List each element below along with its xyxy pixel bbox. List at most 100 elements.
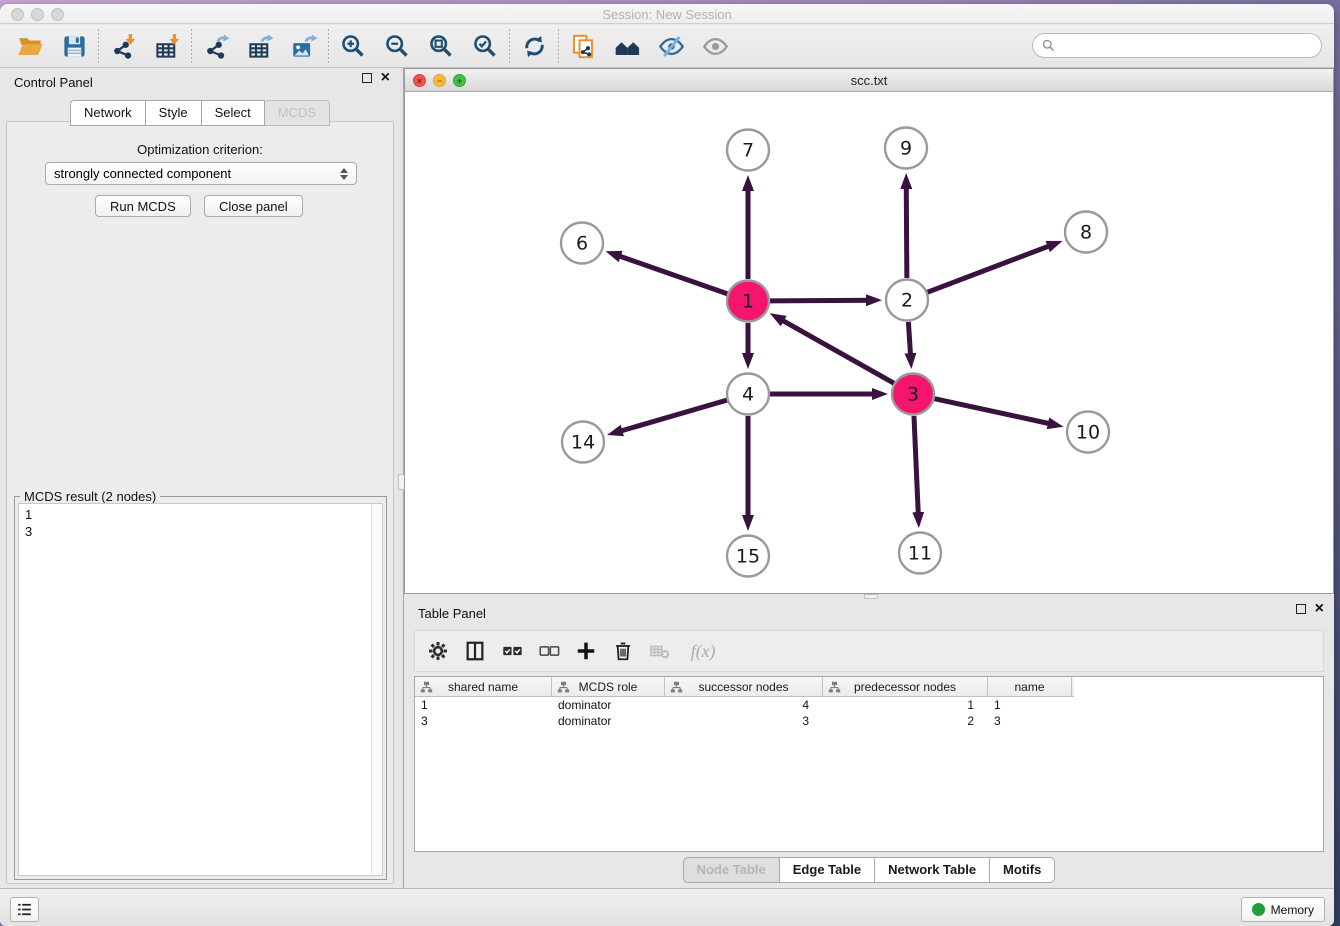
import-network-icon[interactable] — [101, 29, 145, 63]
toolbar-separator — [509, 29, 510, 63]
application-window: Session: New Session Control Panel × Net… — [0, 4, 1334, 926]
main-toolbar — [0, 25, 1334, 68]
column-header-name[interactable]: name — [988, 677, 1072, 697]
tab-motifs[interactable]: Motifs — [990, 857, 1055, 883]
tab-edge-table[interactable]: Edge Table — [780, 857, 875, 883]
graph-edge-2-8[interactable] — [928, 244, 1056, 292]
network-window-titlebar[interactable]: × − + scc.txt — [405, 69, 1333, 92]
graph-edge-1-2[interactable] — [770, 300, 874, 301]
graph-node-label: 7 — [742, 140, 754, 162]
table-cell: 3 — [988, 713, 1072, 729]
tab-network-table[interactable]: Network Table — [875, 857, 990, 883]
zoom-fit-icon[interactable] — [419, 29, 463, 63]
table-cell: 4 — [665, 697, 823, 713]
graph-node-label: 10 — [1076, 422, 1100, 444]
graph-edge-3-11[interactable] — [914, 416, 919, 520]
show-all-icon[interactable] — [605, 29, 649, 63]
graph-node-4[interactable]: 4 — [727, 374, 769, 415]
run-mcds-button[interactable]: Run MCDS — [95, 195, 191, 217]
delete-column-icon[interactable] — [612, 638, 634, 664]
refresh-layout-icon[interactable] — [512, 29, 556, 63]
zoom-out-icon[interactable] — [375, 29, 419, 63]
zoom-selected-icon[interactable] — [463, 29, 507, 63]
table-row[interactable]: 3dominator323 — [415, 713, 1323, 729]
graph-node-8[interactable]: 8 — [1065, 212, 1107, 253]
export-network-icon[interactable] — [194, 29, 238, 63]
svg-text:f(x): f(x) — [691, 641, 716, 661]
select-all-rows-icon[interactable] — [501, 638, 523, 664]
criterion-dropdown[interactable]: strongly connected component — [45, 162, 357, 185]
table-panel: Table Panel × f(x) shared nameMCDS roles… — [404, 599, 1334, 892]
hide-selected-icon[interactable] — [649, 29, 693, 63]
graph-edge-2-3[interactable] — [908, 322, 910, 361]
graph-edge-3-10[interactable] — [934, 399, 1055, 425]
graph-node-11[interactable]: 11 — [899, 533, 941, 574]
graph-node-6[interactable]: 6 — [561, 223, 603, 264]
tab-mcds[interactable]: MCDS — [265, 100, 330, 126]
column-header-label: predecessor nodes — [854, 680, 956, 694]
save-session-icon[interactable] — [52, 29, 96, 63]
criterion-value: strongly connected component — [54, 166, 231, 181]
graph-node-label: 1 — [742, 291, 754, 313]
graph-edge-1-6[interactable] — [613, 254, 727, 294]
tab-style[interactable]: Style — [146, 100, 202, 126]
graph-node-2[interactable]: 2 — [886, 280, 928, 321]
float-table-panel-icon[interactable] — [1296, 604, 1306, 614]
close-table-panel-icon[interactable]: × — [1315, 604, 1324, 614]
column-header-label: name — [1014, 680, 1044, 694]
node-table: shared name MCDS role successor nodes prede… — [414, 676, 1324, 852]
graph-node-label: 3 — [907, 384, 919, 406]
column-header-shared-name[interactable]: shared name — [415, 677, 552, 697]
graph-node-1[interactable]: 1 — [727, 281, 769, 322]
new-network-from-selection-icon[interactable] — [561, 29, 605, 63]
network-canvas[interactable]: 7 9 6 8 1 2 4 3 14 10 15 11 — [405, 92, 1333, 593]
close-panel-button[interactable]: Close panel — [204, 195, 303, 217]
export-table-icon[interactable] — [238, 29, 282, 63]
deselect-all-rows-icon[interactable] — [538, 638, 560, 664]
table-toolbar: f(x) — [414, 630, 1324, 672]
export-image-icon[interactable] — [282, 29, 326, 63]
search-field[interactable] — [1032, 33, 1322, 58]
open-session-icon[interactable] — [8, 29, 52, 63]
column-header-successor-nodes[interactable]: successor nodes — [665, 677, 823, 697]
control-panel-title: Control Panel — [14, 75, 93, 90]
column-header-predecessor-nodes[interactable]: predecessor nodes — [823, 677, 988, 697]
list-icon — [15, 900, 34, 919]
table-cell: 1 — [415, 697, 552, 713]
graph-node-10[interactable]: 10 — [1067, 412, 1109, 453]
delete-table-icon — [649, 638, 671, 664]
graph-node-7[interactable]: 7 — [727, 130, 769, 171]
tab-network[interactable]: Network — [70, 100, 146, 126]
add-column-icon[interactable] — [575, 638, 597, 664]
table-panel-title: Table Panel — [418, 606, 486, 621]
optimization-criterion-label: Optimization criterion: — [7, 142, 393, 157]
close-panel-icon[interactable]: × — [381, 73, 390, 83]
import-table-icon[interactable] — [145, 29, 189, 63]
settings-gear-icon[interactable] — [427, 638, 449, 664]
mcds-result-textarea[interactable]: 13 — [18, 503, 383, 876]
toggle-columns-icon[interactable] — [464, 638, 486, 664]
column-header-MCDS-role[interactable]: MCDS role — [552, 677, 665, 697]
memory-button[interactable]: Memory — [1241, 897, 1325, 922]
graph-edge-3-1[interactable] — [777, 317, 894, 383]
graph-node-3[interactable]: 3 — [892, 374, 934, 415]
result-scrollbar[interactable] — [371, 504, 382, 875]
search-icon — [1041, 38, 1056, 53]
graph-node-14[interactable]: 14 — [562, 422, 604, 463]
graph-edge-4-14[interactable] — [615, 400, 727, 433]
network-view-window: × − + scc.txt 7 9 6 8 1 2 4 3 14 10 15 11 — [404, 68, 1334, 594]
graph-node-15[interactable]: 15 — [727, 536, 769, 577]
graph-edge-2-9[interactable] — [906, 181, 907, 278]
control-panel: Control Panel × NetworkStyleSelectMCDS O… — [0, 68, 400, 892]
column-header-label: MCDS role — [579, 680, 638, 694]
float-panel-icon[interactable] — [362, 73, 372, 83]
graph-node-label: 11 — [908, 543, 932, 565]
search-input[interactable] — [1056, 39, 1321, 53]
tab-node-table[interactable]: Node Table — [683, 857, 780, 883]
graph-node-9[interactable]: 9 — [885, 128, 927, 169]
graph-node-label: 15 — [736, 546, 760, 568]
zoom-in-icon[interactable] — [331, 29, 375, 63]
task-history-button[interactable] — [10, 897, 39, 922]
table-row[interactable]: 1dominator411 — [415, 697, 1323, 713]
tab-select[interactable]: Select — [202, 100, 265, 126]
